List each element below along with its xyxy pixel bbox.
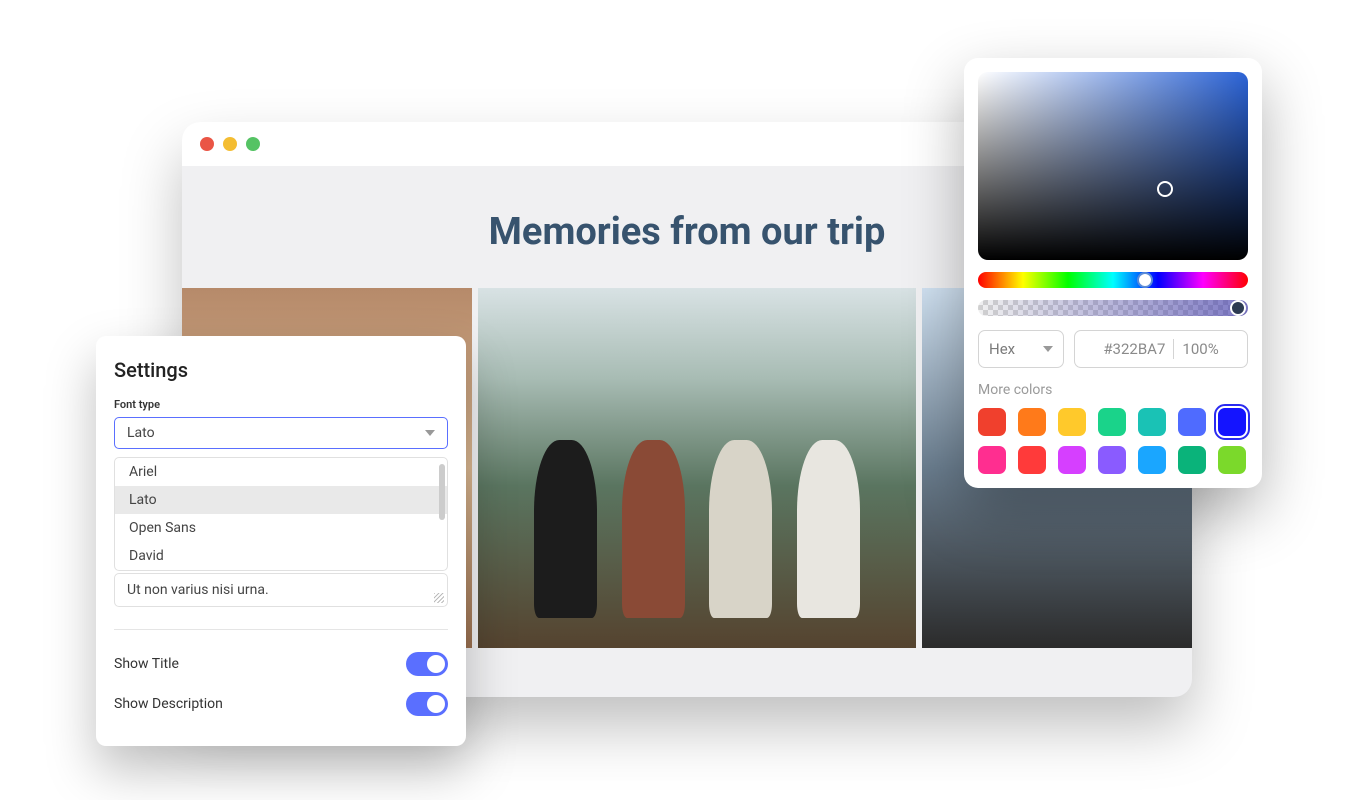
color-swatch[interactable]	[1138, 408, 1166, 436]
color-input-row: Hex #322BA7 100%	[978, 330, 1248, 368]
settings-heading: Settings	[114, 358, 448, 382]
more-colors-label: More colors	[978, 382, 1248, 398]
color-format-value: Hex	[989, 340, 1015, 358]
alpha-cursor-icon[interactable]	[1230, 300, 1246, 316]
color-picker-panel: Hex #322BA7 100% More colors	[964, 58, 1262, 488]
photo-people	[522, 420, 872, 618]
color-swatch[interactable]	[1218, 408, 1246, 436]
font-option[interactable]: Lato	[115, 486, 447, 514]
show-description-toggle[interactable]	[406, 692, 448, 716]
font-option[interactable]: Ariel	[115, 458, 447, 486]
show-title-label: Show Title	[114, 656, 179, 672]
color-swatch[interactable]	[1058, 446, 1086, 474]
color-swatch[interactable]	[1178, 446, 1206, 474]
color-swatch[interactable]	[978, 408, 1006, 436]
font-type-label: Font type	[114, 398, 448, 411]
color-swatch[interactable]	[1058, 408, 1086, 436]
gallery-image[interactable]	[478, 288, 916, 648]
color-swatch[interactable]	[1098, 408, 1126, 436]
settings-panel: Settings Font type Lato Ariel Lato Open …	[96, 336, 466, 746]
color-hex-input[interactable]: #322BA7 100%	[1074, 330, 1248, 368]
opacity-value: 100%	[1182, 340, 1218, 358]
color-swatch[interactable]	[1178, 408, 1206, 436]
window-close-icon[interactable]	[200, 137, 214, 151]
color-swatch[interactable]	[1018, 408, 1046, 436]
window-zoom-icon[interactable]	[246, 137, 260, 151]
alpha-slider[interactable]	[978, 300, 1248, 316]
color-swatch[interactable]	[978, 446, 1006, 474]
saturation-cursor-icon[interactable]	[1157, 181, 1173, 197]
divider	[114, 629, 448, 630]
font-option[interactable]: Open Sans	[115, 514, 447, 542]
show-description-row: Show Description	[114, 684, 448, 724]
color-swatch[interactable]	[1098, 446, 1126, 474]
description-textarea[interactable]: Ut non varius nisi urna.	[114, 573, 448, 607]
color-swatch[interactable]	[1018, 446, 1046, 474]
font-type-dropdown: Ariel Lato Open Sans David	[114, 457, 448, 571]
swatches-grid	[978, 408, 1248, 474]
scrollbar[interactable]	[439, 464, 445, 520]
hue-slider[interactable]	[978, 272, 1248, 288]
show-title-row: Show Title	[114, 644, 448, 684]
font-type-select[interactable]: Lato	[114, 417, 448, 449]
font-option[interactable]: David	[115, 542, 447, 570]
resize-handle-icon[interactable]	[434, 593, 444, 603]
saturation-area[interactable]	[978, 72, 1248, 260]
show-title-toggle[interactable]	[406, 652, 448, 676]
chevron-down-icon	[425, 430, 435, 436]
chevron-down-icon	[1043, 346, 1053, 352]
separator	[1173, 339, 1174, 359]
color-swatch[interactable]	[1218, 446, 1246, 474]
color-format-select[interactable]: Hex	[978, 330, 1064, 368]
hex-value: #322BA7	[1103, 340, 1165, 358]
color-swatch[interactable]	[1138, 446, 1166, 474]
hue-cursor-icon[interactable]	[1137, 272, 1153, 288]
font-type-selected: Lato	[127, 425, 155, 441]
show-description-label: Show Description	[114, 696, 223, 712]
window-minimize-icon[interactable]	[223, 137, 237, 151]
